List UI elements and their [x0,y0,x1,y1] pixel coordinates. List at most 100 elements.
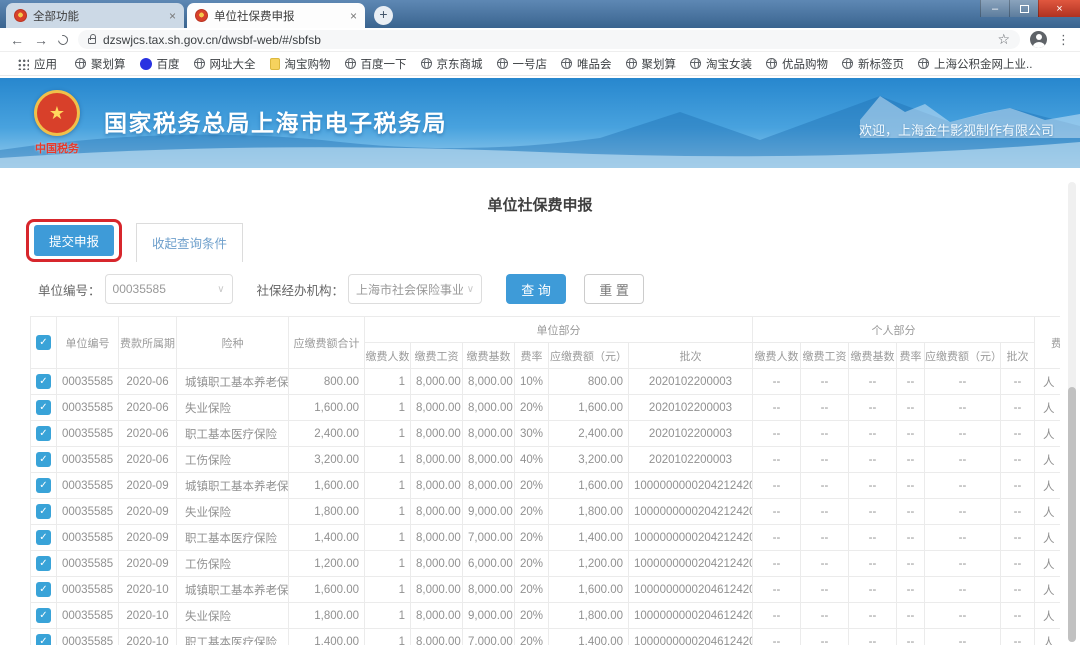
table-row: ✓ 00035585 2020-09 城镇职工基本养老保险 1,600.00 1 8,000… [30,472,1060,499]
profile-icon[interactable] [1030,31,1047,48]
forward-button[interactable]: → [34,33,48,47]
cell-unit-batch: 2020102200003 [628,394,753,421]
agency-select[interactable]: 上海市社会保险事业管... ∨ [348,274,483,304]
declaration-table: ✓ 单位编号 费款所属期 险种 应缴费额合计 单位部分 个人部分 费 缴费人数 … [30,316,1060,645]
bookmark-item[interactable]: 京东商城 [414,56,490,72]
cell-unit-batch: 10000000002042124201 [628,472,753,499]
maximize-button[interactable] [1009,0,1038,17]
close-tab-icon[interactable]: × [350,10,357,22]
bookmark-item[interactable]: 淘宝购物 [263,56,338,72]
row-checkbox[interactable]: ✓ [36,530,51,545]
site-title: 国家税务总局上海市电子税务局 [104,110,447,136]
cell-total: 3,200.00 [288,446,365,473]
vertical-scrollbar[interactable] [1068,182,1076,642]
tab-title: 单位社保费申报 [214,10,295,23]
apps-button[interactable]: 应用 [10,56,64,72]
query-button[interactable]: 查 询 [506,274,567,304]
cell-unit-rate: 20% [514,394,549,421]
new-tab-button[interactable]: + [374,6,393,25]
bookmark-label: 淘宝女装 [706,58,752,71]
back-button[interactable]: ← [10,33,24,47]
refresh-button[interactable] [56,32,70,47]
row-checkbox[interactable]: ✓ [36,608,51,623]
cell-unit-rate: 10% [514,368,549,395]
cell-insurance: 城镇职工基本养老保险 [176,472,289,499]
cell-personal-batch: -- [1000,576,1035,603]
bookmark-item[interactable]: 百度一下 [338,56,414,72]
submit-declare-button[interactable]: 提交申报 [34,225,115,256]
row-checkbox[interactable]: ✓ [36,400,51,415]
cell-unit-batch: 10000000002042124201 [628,498,753,525]
col-insurance: 险种 [176,316,289,369]
bookmark-item[interactable]: 聚划算 [619,56,684,72]
collapse-query-tab[interactable]: 收起查询条件 [136,223,244,262]
col-personal-batch: 批次 [1000,342,1035,369]
bookmark-label: 百度 [156,58,180,71]
cell-unit-batch: 2020102200003 [628,368,753,395]
close-tab-icon[interactable]: × [169,10,176,22]
close-button[interactable]: × [1038,0,1080,17]
bookmark-item[interactable]: 聚划算 [68,56,133,72]
cell-personal-amount: -- [924,524,1001,551]
cell-unit-batch: 10000000002046124201 [628,602,753,629]
bookmark-label: 京东商城 [436,58,483,71]
address-bar[interactable]: dzswjcs.tax.sh.gov.cn/dwsbf-web/#/sbfsb … [78,30,1020,49]
cell-unit-no: 00035585 [56,394,119,421]
cell-partial: 人 [1034,524,1060,551]
cell-checkbox: ✓ [30,472,57,499]
col-unit-no: 单位编号 [56,316,119,369]
cell-unit-payers: 1 [364,498,411,525]
cell-personal-base: -- [848,498,897,525]
browser-tab-all-functions[interactable]: 全部功能 × [6,3,184,28]
cell-unit-base: 8,000.00 [462,420,515,447]
cell-unit-no: 00035585 [56,368,119,395]
menu-dots-icon[interactable]: ⋮ [1057,32,1070,48]
row-checkbox[interactable]: ✓ [36,634,51,645]
table-row: ✓ 00035585 2020-09 职工基本医疗保险 1,400.00 1 8,000.0… [30,524,1060,551]
row-checkbox[interactable]: ✓ [36,504,51,519]
cell-checkbox: ✓ [30,524,57,551]
query-row: 单位编号： 00035585 ∨ 社保经办机构： 上海市社会保险事业管... ∨… [38,274,1080,304]
cell-unit-base: 6,000.00 [462,550,515,577]
cell-total: 1,800.00 [288,602,365,629]
cell-period: 2020-06 [118,368,177,395]
bookmark-item[interactable]: 网址大全 [187,56,263,72]
cell-checkbox: ✓ [30,394,57,421]
bookmark-item[interactable]: 唯品会 [554,56,619,72]
cell-period: 2020-10 [118,576,177,603]
table-row: ✓ 00035585 2020-06 工伤保险 3,200.00 1 8,000.00 8,0… [30,446,1060,473]
welcome-text: 欢迎，上海金牛影视制作有限公司 [858,123,1054,138]
col-unit-wage: 缴费工资 [410,342,463,369]
cell-unit-payers: 1 [364,602,411,629]
row-checkbox[interactable]: ✓ [36,478,51,493]
scrollbar-thumb[interactable] [1068,387,1076,642]
bookmark-item[interactable]: 百度 [133,56,187,72]
bookmark-item[interactable]: 一号店 [490,56,555,72]
row-checkbox[interactable]: ✓ [36,582,51,597]
cell-personal-rate: -- [896,576,925,603]
row-checkbox[interactable]: ✓ [36,452,51,467]
cell-personal-base: -- [848,524,897,551]
browser-tab-sbf-declare[interactable]: 单位社保费申报 × [187,3,365,28]
col-unit-payers: 缴费人数 [364,342,411,369]
bookmark-item[interactable]: 淘宝女装 [683,56,759,72]
bookmark-item[interactable]: 上海公积金网上业.. [911,56,1039,72]
row-checkbox[interactable]: ✓ [36,556,51,571]
row-checkbox[interactable]: ✓ [36,426,51,441]
unit-no-label: 单位编号： [38,283,101,298]
reset-button[interactable]: 重 置 [584,274,645,304]
minimize-button[interactable]: – [980,0,1009,17]
globe-icon [918,58,929,69]
bookmark-label: 百度一下 [360,58,407,71]
unit-no-select[interactable]: 00035585 ∨ [104,274,233,304]
cell-personal-wage: -- [800,394,849,421]
col-unit-base: 缴费基数 [462,342,515,369]
cell-period: 2020-09 [118,550,177,577]
select-all-checkbox[interactable]: ✓ [36,335,51,350]
cell-insurance: 城镇职工基本养老保险 [176,368,289,395]
bookmark-item[interactable]: 新标签页 [835,56,911,72]
cell-partial: 人 [1034,368,1060,395]
bookmark-star-icon[interactable]: ☆ [997,31,1010,48]
row-checkbox[interactable]: ✓ [36,374,51,389]
bookmark-item[interactable]: 优品购物 [759,56,835,72]
